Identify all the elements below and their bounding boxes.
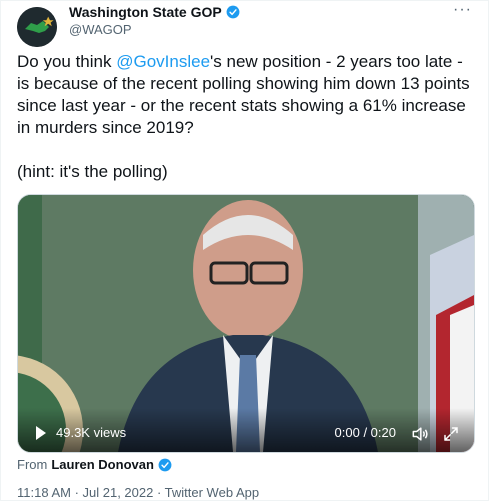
video-time: 0:00 / 0:20 — [334, 425, 396, 440]
play-icon[interactable] — [36, 426, 46, 440]
verified-badge-icon — [226, 5, 240, 19]
attribution-name[interactable]: Lauren Donovan — [51, 457, 154, 472]
volume-icon[interactable] — [410, 424, 430, 444]
tweet-timestamp[interactable]: 11:18 AM · Jul 21, 2022 · Twitter Web Ap… — [17, 485, 259, 500]
tweet-text-before: Do you think — [17, 52, 117, 71]
author-name-row: Washington State GOP — [69, 4, 240, 20]
avatar[interactable] — [17, 7, 57, 47]
mention-link[interactable]: @GovInslee — [116, 52, 210, 71]
video-player[interactable]: 49.3K views 0:00 / 0:20 — [17, 194, 475, 453]
author-handle[interactable]: @WAGOP — [69, 22, 132, 37]
attribution-prefix: From — [17, 457, 48, 472]
fullscreen-icon[interactable] — [442, 425, 460, 443]
tweet-text-after: 's new position - 2 years too late - is … — [17, 52, 470, 181]
view-count: 49.3K views — [56, 425, 127, 440]
tweet-card: Washington State GOP @WAGOP ··· Do you t… — [0, 0, 489, 501]
author-name[interactable]: Washington State GOP — [69, 4, 222, 20]
tweet-text: Do you think @GovInslee's new position -… — [17, 51, 477, 183]
more-options-icon[interactable]: ··· — [453, 1, 472, 19]
media-attribution: From Lauren Donovan — [17, 457, 172, 472]
verified-badge-icon — [158, 458, 172, 471]
